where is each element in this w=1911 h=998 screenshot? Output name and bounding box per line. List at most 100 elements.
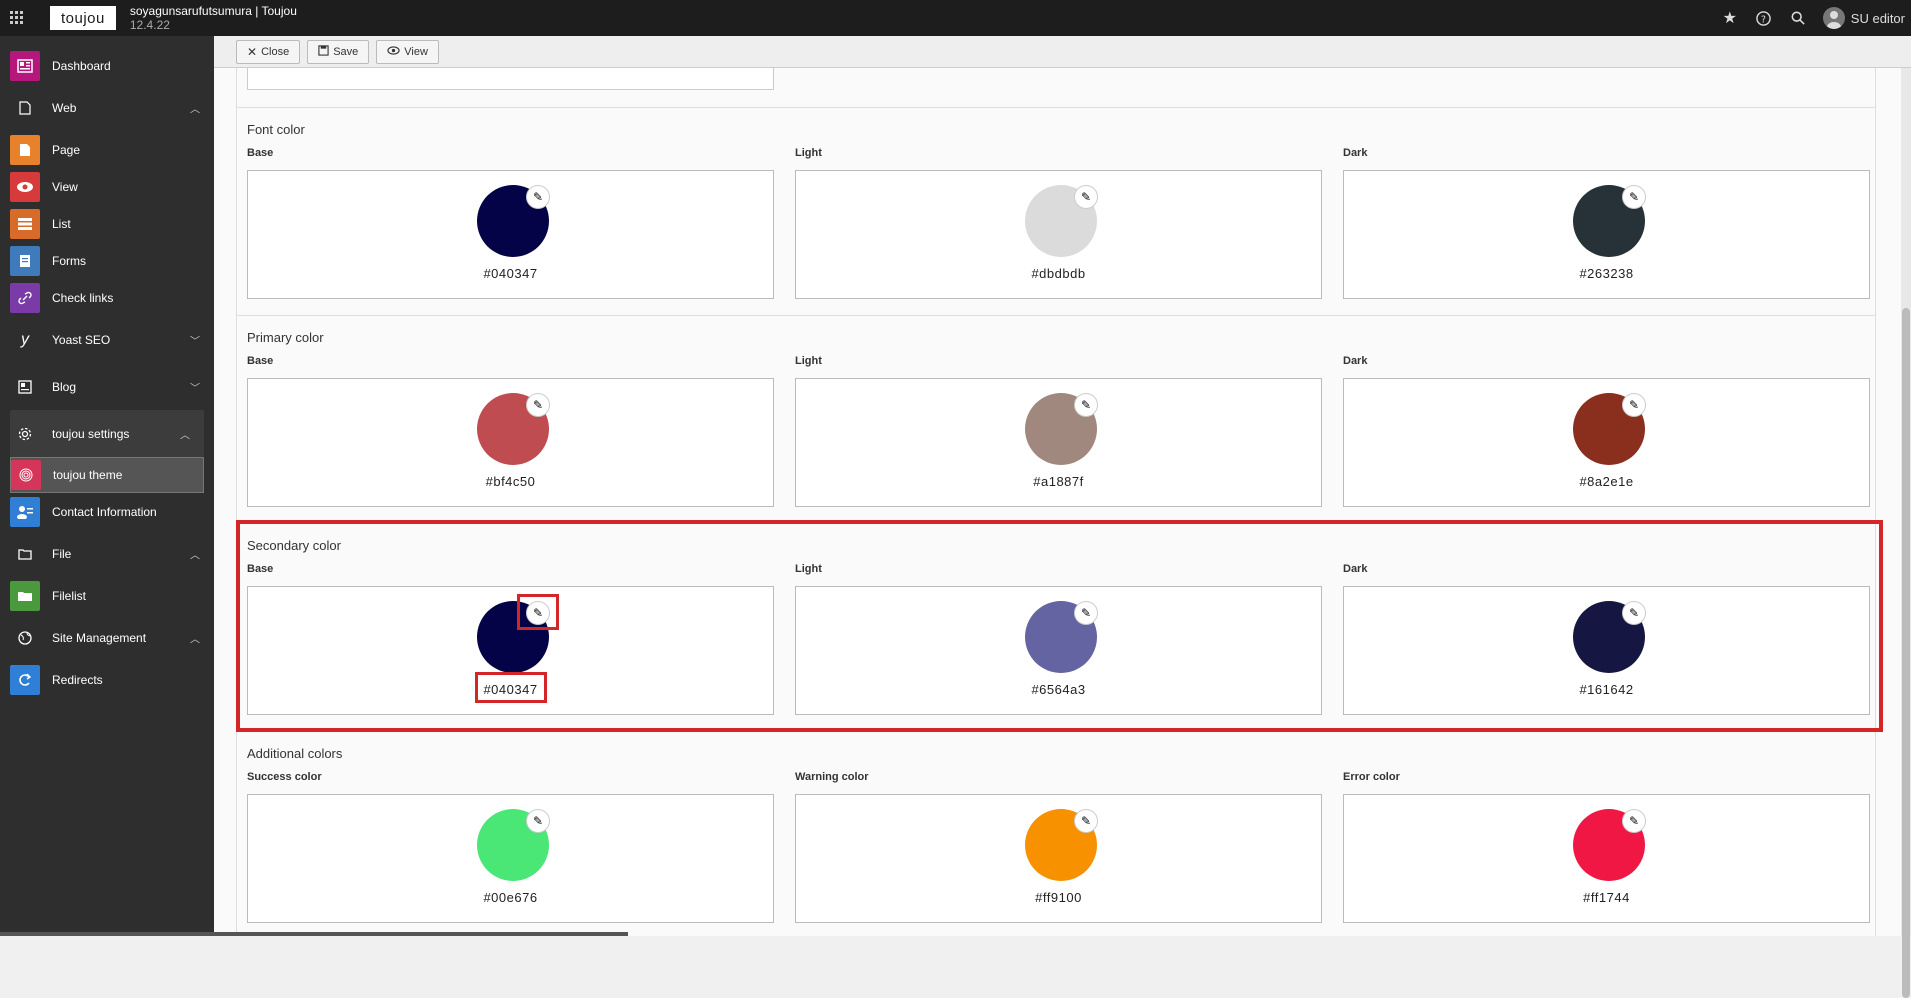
yoast-icon: y <box>21 330 29 348</box>
eyedropper-icon[interactable]: ✎ <box>1074 601 1098 625</box>
eyedropper-icon[interactable]: ✎ <box>1622 809 1646 833</box>
sidebar-item-dashboard[interactable]: Dashboard <box>0 47 214 84</box>
page-icon <box>10 93 40 123</box>
sidebar-item-label: Forms <box>52 253 86 268</box>
sidebar-group-web[interactable]: Web ︿ <box>0 84 214 131</box>
eye-icon <box>387 45 400 58</box>
module-sidebar: Dashboard Web ︿ Page View List Forms Che… <box>0 36 214 936</box>
column-label: Success color <box>247 771 322 783</box>
link-icon <box>10 282 40 313</box>
save-button[interactable]: Save <box>307 39 370 64</box>
previous-field-input[interactable] <box>247 68 774 90</box>
color-swatch-secondary-base[interactable]: ✎ #040347 <box>247 586 774 715</box>
sidebar-group-yoast-seo[interactable]: y Yoast SEO ﹀ <box>0 316 214 363</box>
column-label: Dark <box>1343 147 1368 159</box>
color-hex-value: #00e676 <box>483 890 538 905</box>
dashboard-icon <box>10 50 40 81</box>
sidebar-item-list[interactable]: List <box>0 205 214 242</box>
scrollbar-thumb[interactable] <box>1902 308 1910 998</box>
scrollbar[interactable] <box>1901 68 1911 998</box>
color-swatch-secondary-light[interactable]: ✎ #6564a3 <box>795 586 1322 715</box>
color-swatch-primary-light[interactable]: ✎ #a1887f <box>795 378 1322 507</box>
filelist-icon <box>10 580 40 611</box>
column-label: Base <box>247 147 274 159</box>
column-label: Dark <box>1343 563 1368 575</box>
gear-icon <box>10 419 40 449</box>
color-hex-value: #040347 <box>483 682 538 697</box>
eyedropper-icon[interactable]: ✎ <box>1074 809 1098 833</box>
sidebar-item-label: toujou theme <box>53 468 123 482</box>
sidebar-group-label: File <box>52 546 72 561</box>
sidebar-item-forms[interactable]: Forms <box>0 242 214 279</box>
globe-icon <box>10 623 40 653</box>
page-icon <box>10 134 40 165</box>
sidebar-item-label: View <box>52 179 78 194</box>
section-title: Font color <box>247 122 305 137</box>
column-label: Light <box>795 563 822 575</box>
redirect-icon <box>10 664 40 695</box>
sidebar-item-page[interactable]: Page <box>0 131 214 168</box>
color-swatch-primary-base[interactable]: ✎ #bf4c50 <box>247 378 774 507</box>
column-label: Dark <box>1343 355 1368 367</box>
close-icon: ✕ <box>247 44 258 59</box>
sidebar-item-label: Check links <box>52 290 114 305</box>
color-swatch-success[interactable]: ✎ #00e676 <box>247 794 774 923</box>
eyedropper-icon[interactable]: ✎ <box>526 393 550 417</box>
color-swatch-error[interactable]: ✎ #ff1744 <box>1343 794 1870 923</box>
toujou-logo[interactable]: toujou <box>50 6 116 30</box>
search-icon[interactable] <box>1783 3 1813 33</box>
help-icon[interactable]: ? <box>1749 3 1779 33</box>
close-button[interactable]: ✕ Close <box>236 39 301 64</box>
color-hex-value: #ff9100 <box>1035 890 1082 905</box>
column-label: Error color <box>1343 771 1400 783</box>
fingerprint-icon <box>11 460 41 490</box>
sidebar-item-filelist[interactable]: Filelist <box>0 577 214 614</box>
sidebar-item-check-links[interactable]: Check links <box>0 279 214 316</box>
section-title: Secondary color <box>247 538 341 553</box>
eyedropper-icon[interactable]: ✎ <box>1622 185 1646 209</box>
sidebar-group-site-management[interactable]: Site Management ︿ <box>0 614 214 661</box>
color-hex-value: #ff1744 <box>1583 890 1630 905</box>
user-menu[interactable]: SU editor <box>1817 7 1905 29</box>
eyedropper-icon[interactable]: ✎ <box>1622 601 1646 625</box>
sidebar-item-toujou-theme[interactable]: toujou theme <box>10 457 204 493</box>
sidebar-group-label: Site Management <box>52 630 147 645</box>
color-hex-value: #6564a3 <box>1031 682 1086 697</box>
column-label: Light <box>795 147 822 159</box>
eyedropper-icon[interactable]: ✎ <box>1074 393 1098 417</box>
view-button[interactable]: View <box>376 39 439 64</box>
section-primary-color: Primary color Base Light Dark ✎ #bf4c50 … <box>236 315 1876 523</box>
sidebar-item-contact-information[interactable]: Contact Information <box>0 493 214 530</box>
eyedropper-icon[interactable]: ✎ <box>526 601 550 625</box>
color-swatch-warning[interactable]: ✎ #ff9100 <box>795 794 1322 923</box>
eyedropper-icon[interactable]: ✎ <box>526 185 550 209</box>
sidebar-group-file[interactable]: File ︿ <box>0 530 214 577</box>
color-swatch-font-dark[interactable]: ✎ #263238 <box>1343 170 1870 299</box>
color-swatch-secondary-dark[interactable]: ✎ #161642 <box>1343 586 1870 715</box>
color-swatch-primary-dark[interactable]: ✎ #8a2e1e <box>1343 378 1870 507</box>
eyedropper-icon[interactable]: ✎ <box>1074 185 1098 209</box>
sidebar-item-view[interactable]: View <box>0 168 214 205</box>
color-hex-value: #a1887f <box>1033 474 1084 489</box>
sidebar-group-blog[interactable]: Blog ﹀ <box>0 363 214 410</box>
star-icon[interactable]: ★ <box>1715 3 1745 33</box>
eyedropper-icon[interactable]: ✎ <box>1622 393 1646 417</box>
site-info: soyagunsarufutsumura | Toujou 12.4.22 <box>130 4 297 32</box>
svg-text:?: ? <box>1761 14 1766 25</box>
user-name: SU editor <box>1850 10 1905 26</box>
color-swatch-font-base[interactable]: ✎ #040347 <box>247 170 774 299</box>
save-icon <box>318 44 329 59</box>
sidebar-item-label: Contact Information <box>52 504 157 519</box>
column-label: Base <box>247 563 274 575</box>
app-grid-icon[interactable] <box>0 0 34 36</box>
color-swatch-font-light[interactable]: ✎ #dbdbdb <box>795 170 1322 299</box>
form-icon <box>10 245 40 276</box>
sidebar-group-label: Yoast SEO <box>52 332 111 347</box>
eyedropper-icon[interactable]: ✎ <box>526 809 550 833</box>
sidebar-group-toujou-settings[interactable]: toujou settings ︿ <box>10 410 204 457</box>
sidebar-item-redirects[interactable]: Redirects <box>0 661 214 698</box>
eye-icon <box>10 171 40 202</box>
column-label: Base <box>247 355 274 367</box>
avatar-icon <box>1822 7 1845 29</box>
topbar-actions: ★ ? SU editor <box>1715 0 1911 36</box>
